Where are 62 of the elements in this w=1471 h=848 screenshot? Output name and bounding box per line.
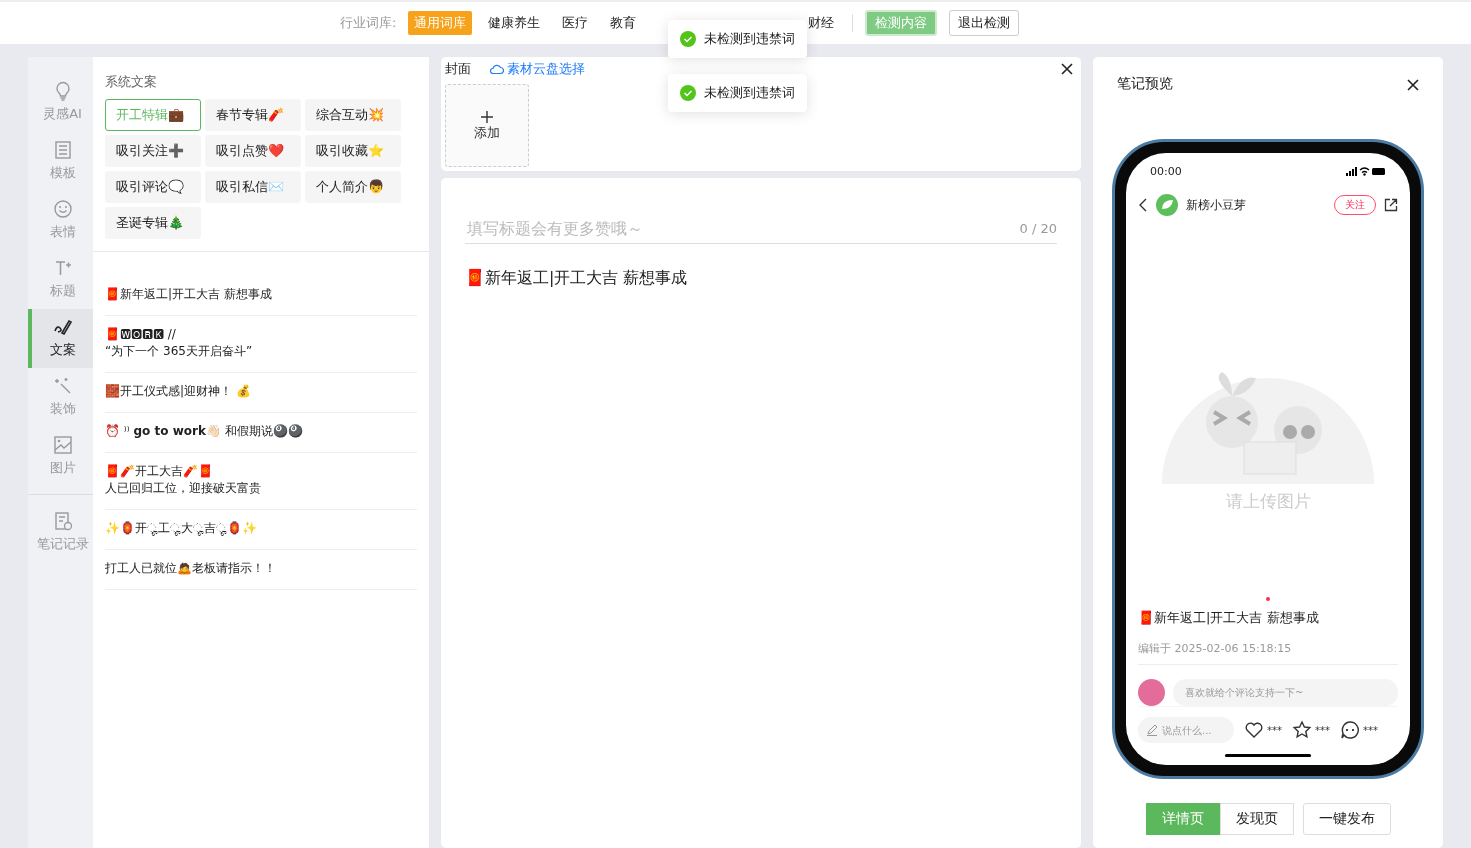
sidebar-item[interactable]: 文案 (28, 309, 93, 368)
plus-icon (480, 109, 494, 124)
copy-template-item[interactable]: 🧱开工仪式感|迎财神！ 💰 (105, 373, 417, 413)
check-circle-icon (680, 31, 696, 47)
category-chip[interactable]: 吸引私信✉ (205, 171, 301, 203)
note-icon (52, 511, 73, 531)
edit-timestamp: 编辑于 2025-02-06 15:18:15 (1138, 641, 1398, 665)
close-icon[interactable] (1405, 77, 1421, 93)
star-icon[interactable] (1292, 720, 1312, 740)
status-icons-drawing (1346, 167, 1386, 176)
say-something-field[interactable]: 说点什么... (1138, 717, 1234, 743)
detection-toast: 未检测到违禁词 (668, 74, 807, 112)
category-chip[interactable]: 吸引关注➕ (105, 135, 201, 167)
leaf-avatar-icon (1156, 194, 1178, 216)
check-circle-icon (680, 85, 696, 101)
category-chip[interactable]: 吸引点赞❤ (205, 135, 301, 167)
count-text: *** (1363, 724, 1378, 736)
category-tab[interactable]: 健康养生 (482, 11, 547, 35)
author-name: 新榜小豆芽 (1186, 196, 1246, 214)
back-icon[interactable] (1138, 198, 1148, 212)
section-title: 系统文案 (105, 73, 158, 91)
follow-button[interactable]: 关注 (1334, 195, 1376, 215)
count-text: *** (1315, 724, 1330, 736)
category-chip[interactable]: 综合互动💥 (305, 99, 401, 131)
copy-template-item[interactable]: 🧧新年返工|开工大吉 薪想事成 (105, 276, 417, 316)
category-chip[interactable]: 个人简介👦 (305, 171, 401, 203)
category-label: 行业词库: (340, 14, 397, 32)
body-text[interactable]: 🧧新年返工|开工大吉 薪想事成 (465, 268, 1057, 289)
cloud-select-link[interactable]: 素材云盘选择 (489, 60, 585, 78)
add-cover-button[interactable]: 添加 (445, 84, 529, 167)
count-text: *** (1267, 724, 1282, 736)
document-icon (52, 140, 73, 160)
copy-template-item[interactable]: 打工人已就位🙇老板请指示！！ (105, 550, 417, 590)
cloud-icon (489, 63, 504, 75)
share-icon[interactable] (1384, 198, 1398, 212)
copy-template-item[interactable]: 🧧🧨开工大吉🧨🧧 人已回归工位，迎接破天富贵 (105, 453, 417, 510)
char-counter: 0 / 20 (1019, 221, 1057, 236)
view-tab[interactable]: 发现页 (1219, 803, 1294, 835)
close-icon[interactable] (1059, 61, 1075, 77)
panel-title: 笔记预览 (1117, 75, 1173, 93)
category-chip[interactable]: 春节专辑🧨 (205, 99, 301, 131)
note-title: 🧧新年返工|开工大吉 薪想事成 (1138, 609, 1320, 627)
status-time: 00:00 (1150, 165, 1182, 178)
image-icon (52, 435, 73, 455)
pen-icon (52, 317, 73, 337)
heart-icon[interactable] (1244, 720, 1264, 740)
category-chip[interactable]: 吸引收藏⭐ (305, 135, 401, 167)
cover-label: 封面 (445, 60, 471, 78)
wand-icon (52, 376, 73, 396)
category-tab[interactable]: 教育 (604, 11, 643, 35)
category-tab[interactable]: 医疗 (556, 11, 595, 35)
comment-icon[interactable] (1340, 720, 1360, 740)
category-chip[interactable]: 圣诞专辑🎄 (105, 207, 201, 239)
category-chip[interactable]: 吸引评论🗨 (105, 171, 201, 203)
user-avatar (1138, 679, 1165, 706)
copy-template-item[interactable]: ⏰ ⁾⁾ go to work👋🏻 和假期说🎱🎱 (105, 413, 417, 453)
exit-check-button[interactable]: 退出检测 (949, 10, 1020, 36)
copy-template-item[interactable]: 🧧🆆🅾🆁🅺 // “为下一个 365天开启奋斗” (105, 316, 417, 373)
smiley-icon (52, 199, 73, 219)
detection-toast: 未检测到违禁词 (668, 20, 807, 58)
copy-template-item[interactable]: ✨🏮开ೄ工ೄ大ೄ吉ೄ🏮✨ (105, 510, 417, 550)
publish-button[interactable]: 一键发布 (1302, 803, 1391, 835)
